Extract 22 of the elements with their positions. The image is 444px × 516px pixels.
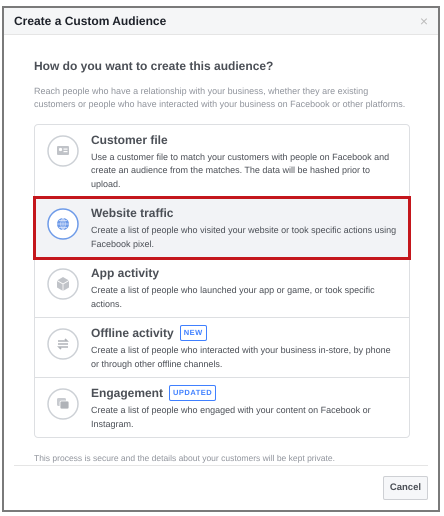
cube-icon: [47, 268, 79, 300]
dialog-title: Create a Custom Audience: [14, 13, 166, 30]
option-description: Create a list of people who visited your website or took specific actions using Facebook pixel.: [91, 224, 397, 251]
globe-icon: [47, 208, 79, 240]
arrows-icon: [47, 328, 79, 360]
option-title: App activity: [91, 265, 160, 282]
option-description: Use a customer file to match your customers with people on Facebook and create an audience from the matches. The data will be hashed prior to upload.: [91, 150, 390, 191]
option-title: Offline activity: [91, 325, 174, 342]
option-title: Website traffic: [91, 205, 174, 222]
contact-card-icon: [47, 134, 79, 166]
question-heading: How do you want to create this audience?: [34, 58, 274, 76]
privacy-note: This process is secure and the details about your customers will be kept private.: [34, 452, 336, 465]
option-description: Create a list of people who engaged with your content on Facebook or Instagram.: [91, 404, 372, 431]
stacked-cards-icon: [47, 388, 79, 420]
option-title: Engagement: [91, 385, 164, 402]
intro-text: Reach people who have a relationship with your business, whether they are existing customers or people who have interacted with your business on Facebook or other platforms.: [34, 85, 406, 112]
audience-option[interactable]: Website traffic Create a list of people who visited your website or took specific actions using Facebook pixel.: [35, 198, 409, 258]
option-description: Create a list of people who launched your app or game, or took specific actions.: [91, 284, 376, 310]
cancel-button[interactable]: Cancel: [382, 476, 428, 500]
audience-option[interactable]: App activity Create a list of people who launched your app or game, or took specific actions.: [35, 258, 409, 318]
option-description: Create a list of people who interacted with your business in-store, by phone or through other offline channels.: [91, 344, 392, 371]
option-title: Customer file: [91, 132, 168, 148]
